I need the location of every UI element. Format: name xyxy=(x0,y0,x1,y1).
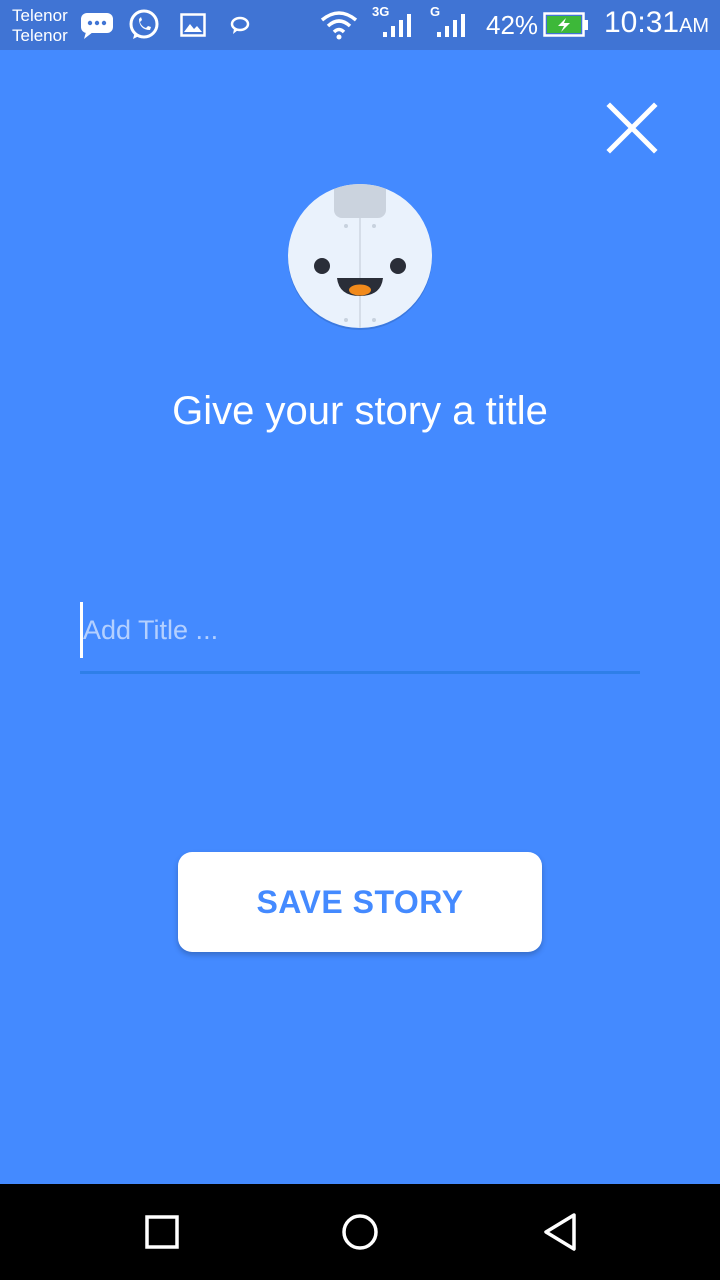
wifi-icon xyxy=(320,10,358,45)
back-button[interactable] xyxy=(540,1212,580,1252)
chat-icon xyxy=(230,16,250,41)
carrier-labels: Telenor Telenor xyxy=(12,6,68,46)
carrier-1: Telenor xyxy=(12,6,68,25)
clock-time: 10:31 xyxy=(604,6,680,39)
mascot-avatar xyxy=(286,182,434,330)
signal-icon xyxy=(382,12,414,43)
recents-icon xyxy=(145,1215,179,1249)
clock: 10:31AM xyxy=(604,6,709,43)
home-button[interactable] xyxy=(340,1212,380,1252)
title-input-container xyxy=(80,602,640,674)
navigation-bar xyxy=(0,1184,720,1280)
messages-icon xyxy=(80,12,114,45)
recents-button[interactable] xyxy=(142,1212,182,1252)
whatsapp-icon xyxy=(127,8,161,47)
save-story-button[interactable]: SAVE STORY xyxy=(178,852,542,952)
home-icon xyxy=(342,1214,378,1250)
status-bar: Telenor Telenor 3G G 42% 10:31AM xyxy=(0,0,720,50)
gallery-icon xyxy=(180,13,206,42)
clock-ampm: AM xyxy=(679,15,710,37)
title-input[interactable] xyxy=(80,602,640,658)
close-button[interactable] xyxy=(604,100,660,156)
carrier-2: Telenor xyxy=(12,26,68,45)
battery-percent: 42% xyxy=(486,10,539,40)
back-icon xyxy=(544,1213,576,1251)
close-icon xyxy=(606,102,658,154)
battery-charging-icon xyxy=(543,12,589,43)
page-title: Give your story a title xyxy=(172,389,548,433)
signal-icon xyxy=(436,12,468,43)
